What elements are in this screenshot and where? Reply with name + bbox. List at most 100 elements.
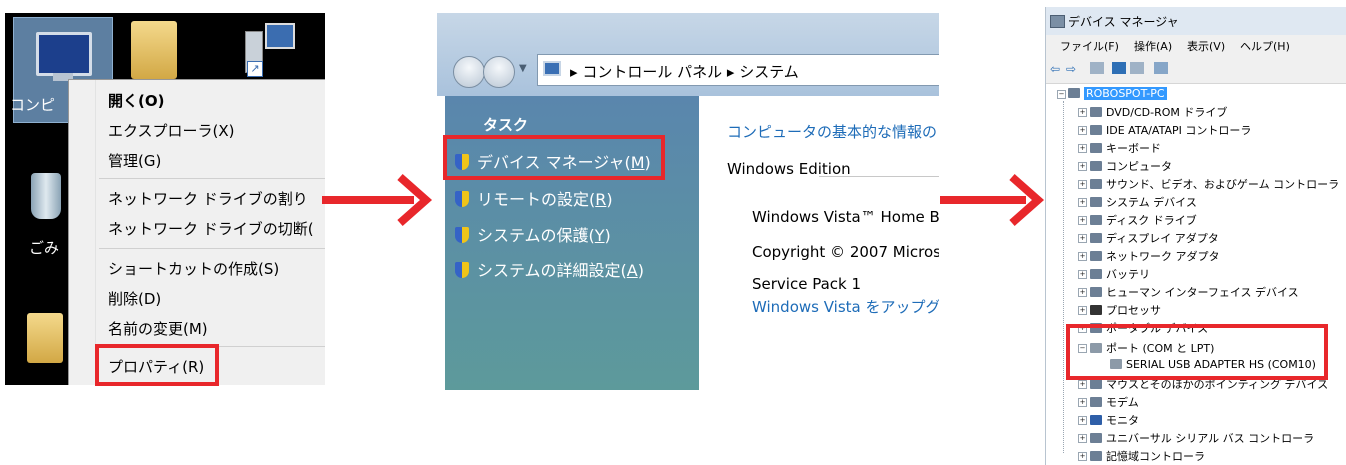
- expand-icon[interactable]: +: [1078, 234, 1087, 243]
- section-divider: [819, 176, 939, 177]
- folder-icon-2[interactable]: [27, 313, 63, 363]
- window-title: デバイス マネージャ: [1068, 15, 1179, 29]
- tree-node-disk[interactable]: ディスク ドライブ: [1090, 212, 1197, 228]
- node-label: ユニバーサル シリアル バス コントローラ: [1106, 432, 1315, 445]
- control-panel-system: ▼ ▸ コントロール パネル ▸ システム タスク デバイス マネージャ(M) …: [437, 13, 939, 390]
- expand-icon[interactable]: +: [1078, 126, 1087, 135]
- tree-node-battery[interactable]: バッテリ: [1090, 266, 1150, 282]
- tree-root[interactable]: ROBOSPOT-PC: [1068, 87, 1167, 100]
- scan-hardware-icon[interactable]: [1154, 62, 1168, 74]
- arrow-right-icon: [322, 174, 433, 226]
- task-remote-settings[interactable]: リモートの設定(R): [455, 186, 613, 210]
- menu-view[interactable]: 表示(V): [1187, 38, 1225, 54]
- view-toolbar-icon[interactable]: [1130, 62, 1144, 74]
- breadcrumb-system[interactable]: システム: [739, 63, 799, 81]
- tree-node-ide[interactable]: IDE ATA/ATAPI コントローラ: [1090, 122, 1251, 138]
- tree-node-sound[interactable]: サウンド、ビデオ、およびゲーム コントローラ: [1090, 176, 1339, 192]
- ports-highlight-box: [1066, 324, 1328, 380]
- expand-icon[interactable]: +: [1078, 270, 1087, 279]
- menu-item-create-shortcut[interactable]: ショートカットの作成(S): [108, 258, 279, 279]
- expand-icon[interactable]: +: [1078, 398, 1087, 407]
- tree-node-dvd[interactable]: DVD/CD-ROM ドライブ: [1090, 104, 1227, 120]
- computer-icon: [36, 32, 92, 81]
- tree-node-modem[interactable]: モデム: [1090, 394, 1139, 410]
- task-system-protection[interactable]: システムの保護(Y): [455, 222, 611, 246]
- menu-item-open[interactable]: 開く(O): [108, 90, 164, 111]
- menu-item-map-network-drive[interactable]: ネットワーク ドライブの割り: [108, 188, 308, 209]
- menu-item-disconnect-network-drive[interactable]: ネットワーク ドライブの切断(: [108, 218, 314, 239]
- back-button[interactable]: [453, 56, 485, 88]
- expand-icon[interactable]: +: [1078, 198, 1087, 207]
- node-label: プロセッサ: [1106, 304, 1161, 317]
- tree-node-usb[interactable]: ユニバーサル シリアル バス コントローラ: [1090, 430, 1314, 446]
- tree-line: [1063, 101, 1064, 453]
- task-label: システムの保護(: [477, 226, 595, 245]
- device-manager-highlight-box: [443, 135, 665, 180]
- address-field[interactable]: ▸ コントロール パネル ▸ システム: [537, 54, 939, 86]
- display-adapter-icon: [1090, 233, 1102, 243]
- tree-node-storage[interactable]: 記憶域コントローラ: [1090, 448, 1205, 464]
- forward-arrow-icon[interactable]: ⇨: [1066, 62, 1080, 76]
- breadcrumb-control-panel[interactable]: コントロール パネル: [582, 63, 722, 81]
- node-label: ネットワーク アダプタ: [1106, 250, 1220, 263]
- desktop-panel: コンピ ↗ ごみ 開く(O) エクスプローラ(X) 管理(G) ネットワーク ド…: [5, 13, 325, 385]
- menu-file[interactable]: ファイル(F): [1060, 38, 1119, 54]
- menu-item-manage[interactable]: 管理(G): [108, 150, 161, 171]
- expand-icon[interactable]: +: [1078, 252, 1087, 261]
- tree-node-monitor[interactable]: モニタ: [1090, 412, 1139, 428]
- menu-item-rename[interactable]: 名前の変更(M): [108, 318, 208, 339]
- help-toolbar-icon[interactable]: [1112, 62, 1126, 74]
- usb-icon: [1090, 433, 1102, 443]
- properties-toolbar-icon[interactable]: [1090, 62, 1104, 74]
- expand-icon[interactable]: +: [1078, 216, 1087, 225]
- expand-icon[interactable]: +: [1078, 452, 1087, 461]
- shield-icon: [455, 262, 469, 278]
- expand-icon[interactable]: +: [1078, 162, 1087, 171]
- back-arrow-icon[interactable]: ⇦: [1050, 62, 1064, 76]
- tree-node-system-devices[interactable]: システム デバイス: [1090, 194, 1197, 210]
- hid-icon: [1090, 287, 1102, 297]
- expand-icon[interactable]: +: [1078, 416, 1087, 425]
- recycle-bin-icon[interactable]: [31, 173, 61, 219]
- arrow-right-icon: [940, 174, 1045, 226]
- tasks-heading: タスク: [483, 116, 529, 134]
- folder-icon[interactable]: [131, 21, 177, 79]
- breadcrumb: ▸ コントロール パネル ▸ システム: [570, 61, 799, 82]
- expand-icon[interactable]: +: [1078, 288, 1087, 297]
- node-label: バッテリ: [1106, 268, 1150, 281]
- tree-node-display[interactable]: ディスプレイ アダプタ: [1090, 230, 1219, 246]
- computer-icon: [1068, 88, 1080, 98]
- tree-node-hid[interactable]: ヒューマン インターフェイス デバイス: [1090, 284, 1299, 300]
- address-bar-area: ▼ ▸ コントロール パネル ▸ システム: [437, 13, 939, 96]
- menu-item-explorer[interactable]: エクスプローラ(X): [108, 120, 235, 141]
- upgrade-link[interactable]: Windows Vista をアップグ: [752, 296, 939, 317]
- forward-button[interactable]: [483, 56, 515, 88]
- menu-action[interactable]: 操作(A): [1134, 38, 1172, 54]
- tree-node-keyboard[interactable]: キーボード: [1090, 140, 1161, 156]
- tree-node-network[interactable]: ネットワーク アダプタ: [1090, 248, 1220, 264]
- task-close: ): [606, 190, 613, 209]
- menu-item-delete[interactable]: 削除(D): [108, 288, 161, 309]
- tree-node-computer[interactable]: コンピュータ: [1090, 158, 1172, 174]
- expand-icon[interactable]: +: [1078, 380, 1087, 389]
- node-label: システム デバイス: [1106, 196, 1197, 209]
- chevron-down-icon[interactable]: ▼: [519, 63, 527, 74]
- expand-icon[interactable]: +: [1078, 180, 1087, 189]
- expand-icon[interactable]: +: [1078, 434, 1087, 443]
- network-icon[interactable]: ↗: [245, 23, 295, 81]
- expand-icon[interactable]: +: [1078, 144, 1087, 153]
- task-advanced-system-settings[interactable]: システムの詳細設定(A): [455, 257, 644, 281]
- task-accel: Y: [594, 226, 605, 245]
- expand-icon[interactable]: +: [1078, 306, 1087, 315]
- menu-help[interactable]: ヘルプ(H): [1240, 38, 1290, 54]
- system-info-main: コンピュータの基本的な情報の Windows Edition Windows V…: [699, 96, 939, 390]
- device-manager-window: デバイス マネージャ ファイル(F) 操作(A) 表示(V) ヘルプ(H) ⇦ …: [1045, 7, 1346, 465]
- node-label: キーボード: [1106, 142, 1161, 155]
- collapse-icon[interactable]: −: [1057, 90, 1066, 99]
- expand-icon[interactable]: +: [1078, 108, 1087, 117]
- recycle-bin-caption: ごみ: [29, 239, 60, 257]
- processor-icon: [1090, 305, 1102, 315]
- node-label: ヒューマン インターフェイス デバイス: [1106, 286, 1299, 299]
- tree-node-processor[interactable]: プロセッサ: [1090, 302, 1161, 318]
- system-device-icon: [1090, 197, 1102, 207]
